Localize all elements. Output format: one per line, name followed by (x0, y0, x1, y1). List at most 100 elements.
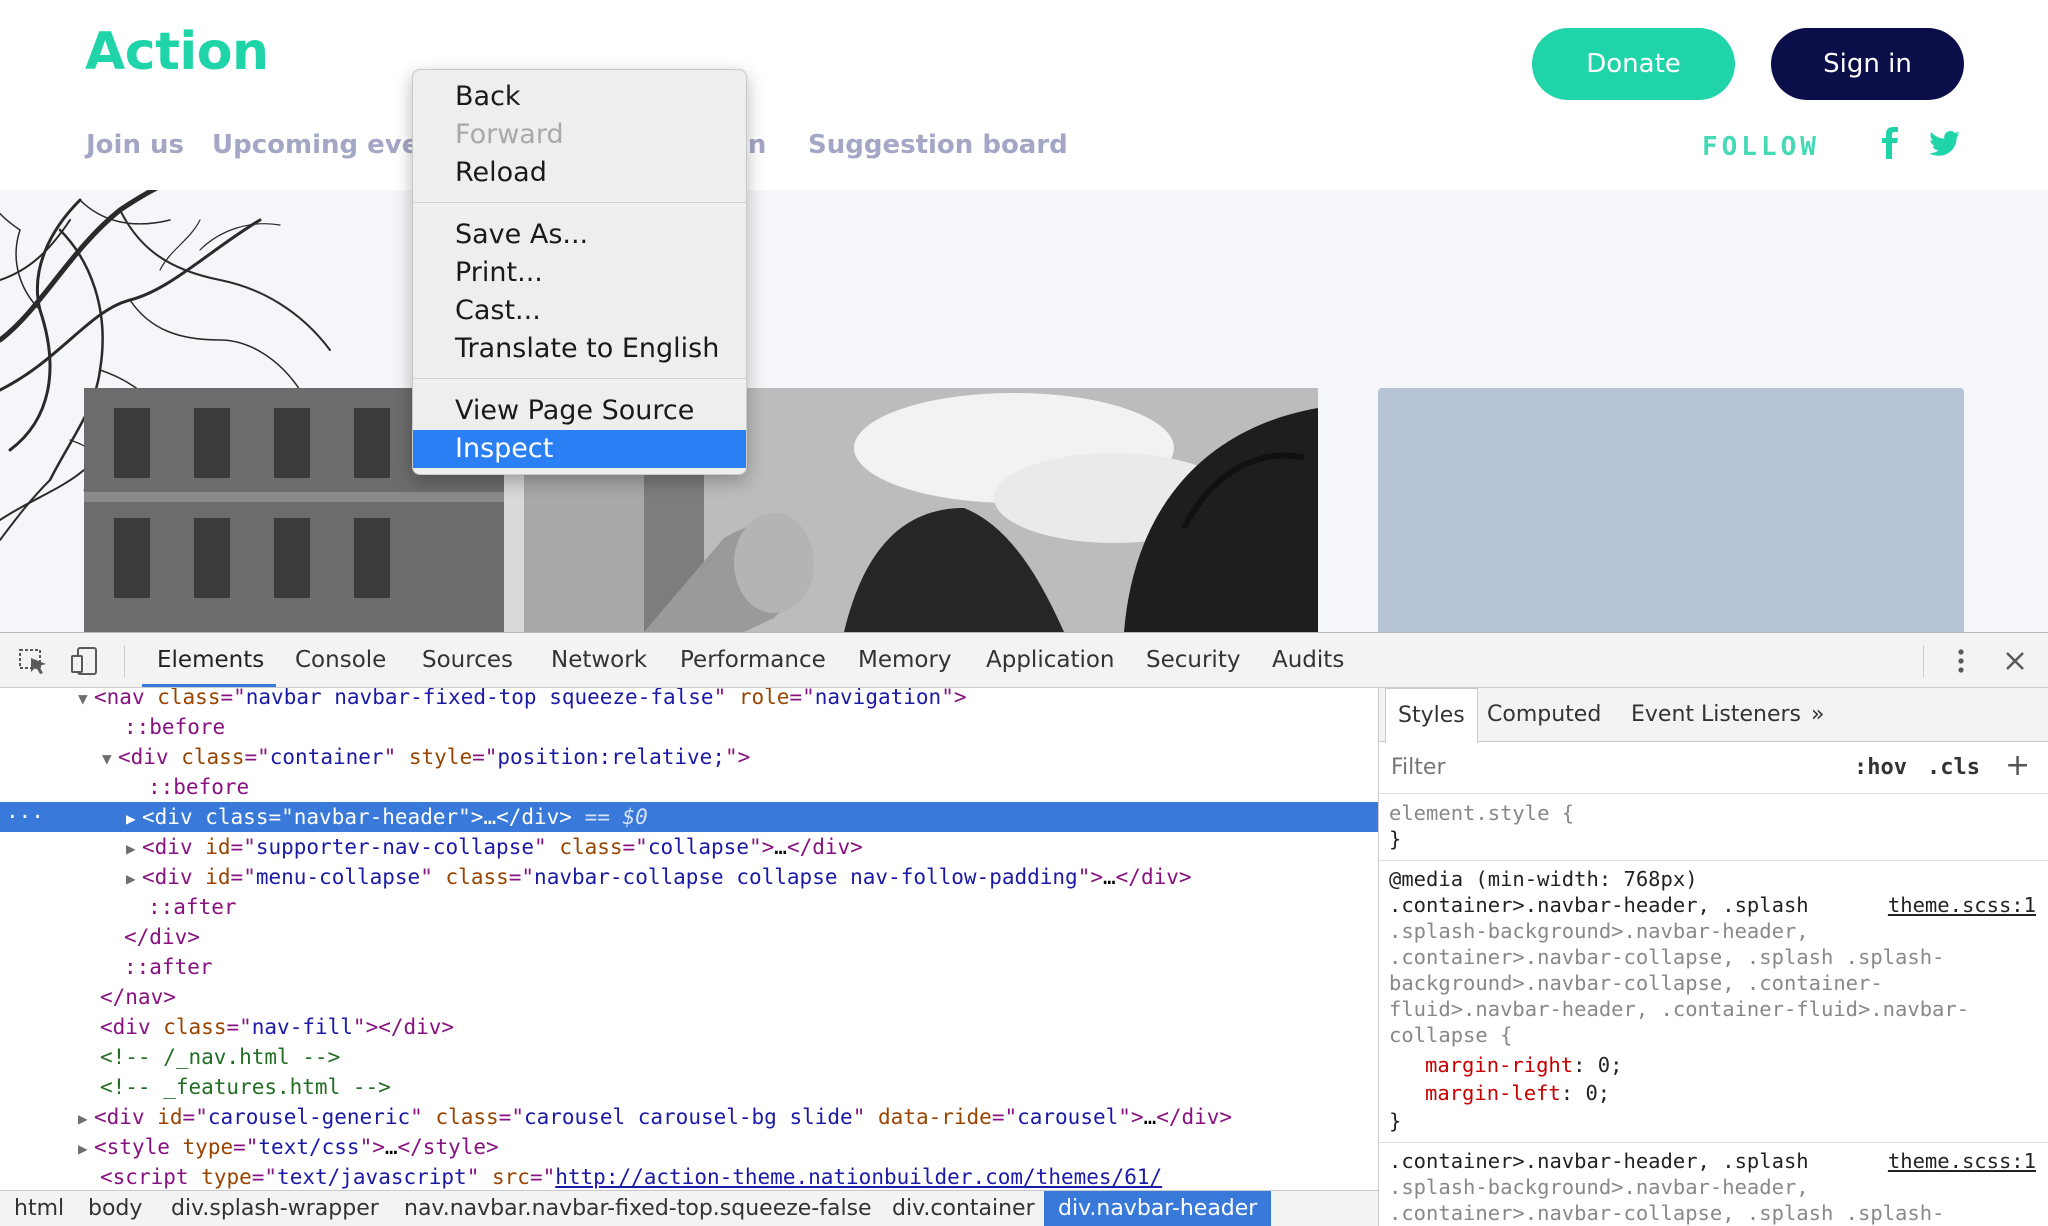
tab-styles[interactable]: Styles (1385, 688, 1478, 743)
hover-state-toggle[interactable]: :hov (1854, 755, 1907, 780)
dom-node-menu-collapse[interactable]: ▶ <div id="menu-collapse" class="navbar-c… (0, 862, 1378, 892)
dom-pseudo-before[interactable]: ::before (0, 772, 1378, 802)
dom-node-navbar-header[interactable]: ··· ▶ <div class="navbar-header">…</div> =… (0, 802, 1378, 832)
menu-item-print[interactable]: Print... (413, 254, 746, 292)
rule-close-brace: } (1389, 1109, 1402, 1133)
styles-pane: Styles Computed Event Listeners » Filter… (1378, 688, 2048, 1226)
breadcrumb-splash-wrapper[interactable]: div.splash-wrapper (157, 1191, 393, 1226)
collapse-triangle-icon[interactable]: ▼ (102, 744, 118, 774)
script-src-link[interactable]: http://action-theme.nationbuilder.com/th… (555, 1165, 1162, 1189)
styles-filter-row: Filter :hov .cls + (1379, 742, 2048, 794)
menu-item-back[interactable]: Back (413, 78, 746, 116)
dom-node-supporter-nav[interactable]: ▶ <div id="supporter-nav-collapse" class=… (0, 832, 1378, 862)
tab-sources[interactable]: Sources (422, 647, 513, 673)
css-property[interactable]: margin-right: 0; (1389, 1052, 2044, 1078)
rule-divider (1379, 1142, 2048, 1143)
media-query: @media (min-width: 768px) (1389, 867, 1698, 891)
expand-triangle-icon[interactable]: ▶ (78, 1104, 94, 1134)
dom-node-nav-fill[interactable]: <div class="nav-fill"></div> (0, 1012, 1378, 1042)
breadcrumb-nav[interactable]: nav.navbar.navbar-fixed-top.squeeze-fals… (390, 1191, 886, 1226)
menu-item-inspect[interactable]: Inspect (413, 430, 746, 468)
side-card (1378, 388, 1964, 632)
rule-selector[interactable]: .container>.navbar-header, .splash theme.… (1389, 892, 2044, 918)
context-menu: Back Forward Reload Save As... Print... … (412, 69, 747, 475)
tab-application[interactable]: Application (986, 647, 1115, 673)
breadcrumb-body[interactable]: body (74, 1191, 156, 1226)
dom-close-div[interactable]: </div> (0, 922, 1378, 952)
rule-selector[interactable]: fluid>.navbar-header, .container-fluid>.… (1389, 996, 2044, 1022)
css-property[interactable]: margin-left: 0; (1389, 1080, 2044, 1106)
menu-item-forward: Forward (455, 119, 564, 150)
menu-item-cast[interactable]: Cast... (413, 292, 746, 330)
expand-triangle-icon[interactable]: ▶ (126, 804, 142, 834)
donate-button[interactable]: Donate (1532, 28, 1735, 100)
tab-computed[interactable]: Computed (1475, 688, 1613, 742)
device-toolbar-icon[interactable] (68, 645, 102, 677)
stylesheet-source-link[interactable]: theme.scss:1 (1888, 892, 2036, 918)
site-logo[interactable]: Action (85, 22, 269, 82)
dom-node-carousel[interactable]: ▶ <div id="carousel-generic" class="carou… (0, 1102, 1378, 1132)
row-ellipsis-icon[interactable]: ··· (6, 802, 44, 832)
twitter-icon[interactable] (1928, 126, 1962, 160)
more-options-icon[interactable] (1944, 645, 1978, 677)
menu-item-reload[interactable]: Reload (413, 154, 746, 192)
element-style-selector[interactable]: element.style { (1389, 800, 2044, 826)
website-viewport: Action Donate Sign in Join us Upcoming e… (0, 0, 2048, 632)
menu-separator (413, 202, 746, 206)
rule-close-brace: } (1389, 827, 1402, 851)
rule-selector[interactable]: .container>.navbar-collapse, .splash .sp… (1389, 944, 2044, 970)
nav-join-us[interactable]: Join us (86, 130, 184, 160)
dom-tree: ▼ <nav class="navbar navbar-fixed-top squ… (0, 688, 1378, 1190)
nav-suggestion-board[interactable]: Suggestion board (808, 130, 1068, 160)
styles-filter-input[interactable]: Filter (1391, 755, 1445, 780)
tab-network[interactable]: Network (551, 647, 647, 673)
rule-selector[interactable]: background>.navbar-collapse, .container- (1389, 970, 2044, 996)
tab-elements[interactable]: Elements (157, 647, 264, 673)
dom-node-nav[interactable]: ▼ <nav class="navbar navbar-fixed-top squ… (0, 688, 1378, 712)
rule-divider (1379, 860, 2048, 861)
facebook-icon[interactable] (1876, 126, 1906, 160)
tab-console[interactable]: Console (295, 647, 386, 673)
expand-triangle-icon[interactable]: ▶ (126, 864, 142, 894)
rule-selector[interactable]: collapse { (1389, 1022, 2044, 1048)
class-toggle[interactable]: .cls (1927, 755, 1980, 780)
devtools-panel: Elements Console Sources Network Perform… (0, 632, 2048, 1226)
inspect-element-icon[interactable] (16, 645, 50, 677)
breadcrumb-navbar-header[interactable]: div.navbar-header (1044, 1191, 1272, 1226)
rule-selector[interactable]: .container>.navbar-header, .splash theme.… (1389, 1148, 2044, 1174)
collapse-triangle-icon[interactable]: ▼ (78, 688, 94, 714)
dom-comment[interactable]: <!-- _features.html --> (0, 1072, 1378, 1102)
dom-node-script[interactable]: <script type="text/javascript" src="http… (0, 1162, 1378, 1190)
tab-memory[interactable]: Memory (858, 647, 952, 673)
stylesheet-source-link[interactable]: theme.scss:1 (1888, 1148, 2036, 1174)
follow-label: FOLLOW (1702, 132, 1820, 162)
rule-selector[interactable]: .container>.navbar-collapse, .splash .sp… (1389, 1200, 2044, 1226)
dom-node-style[interactable]: ▶ <style type="text/css">…</style> (0, 1132, 1378, 1162)
dom-pseudo-after[interactable]: ::after (0, 952, 1378, 982)
dom-pseudo-after[interactable]: ::after (0, 892, 1378, 922)
breadcrumb-html[interactable]: html (0, 1191, 78, 1226)
tab-audits[interactable]: Audits (1272, 647, 1344, 673)
expand-triangle-icon[interactable]: ▶ (78, 1134, 94, 1164)
expand-triangle-icon[interactable]: ▶ (126, 834, 142, 864)
close-icon[interactable] (1998, 645, 2032, 677)
breadcrumb-container[interactable]: div.container (878, 1191, 1049, 1226)
menu-item-view-source[interactable]: View Page Source (413, 392, 746, 430)
menu-item-translate[interactable]: Translate to English (413, 330, 746, 368)
dom-pseudo-before[interactable]: ::before (0, 712, 1378, 742)
dom-close-nav[interactable]: </nav> (0, 982, 1378, 1012)
toolbar-divider (1923, 645, 1924, 677)
menu-item-save-as[interactable]: Save As... (413, 216, 746, 254)
dom-comment[interactable]: <!-- /_nav.html --> (0, 1042, 1378, 1072)
dom-node-container[interactable]: ▼ <div class="container" style="position:… (0, 742, 1378, 772)
selected-tab-indicator (142, 684, 276, 687)
tab-security[interactable]: Security (1146, 647, 1240, 673)
menu-separator (413, 378, 746, 382)
tab-performance[interactable]: Performance (680, 647, 826, 673)
sign-in-button[interactable]: Sign in (1771, 28, 1964, 100)
tab-event-listeners[interactable]: Event Listeners (1619, 688, 1813, 742)
more-tabs-icon[interactable]: » (1799, 688, 1836, 742)
rule-selector[interactable]: .splash-background>.navbar-header, (1389, 1174, 2044, 1200)
rule-selector[interactable]: .splash-background>.navbar-header, (1389, 918, 2044, 944)
add-rule-icon[interactable]: + (2005, 748, 2030, 783)
